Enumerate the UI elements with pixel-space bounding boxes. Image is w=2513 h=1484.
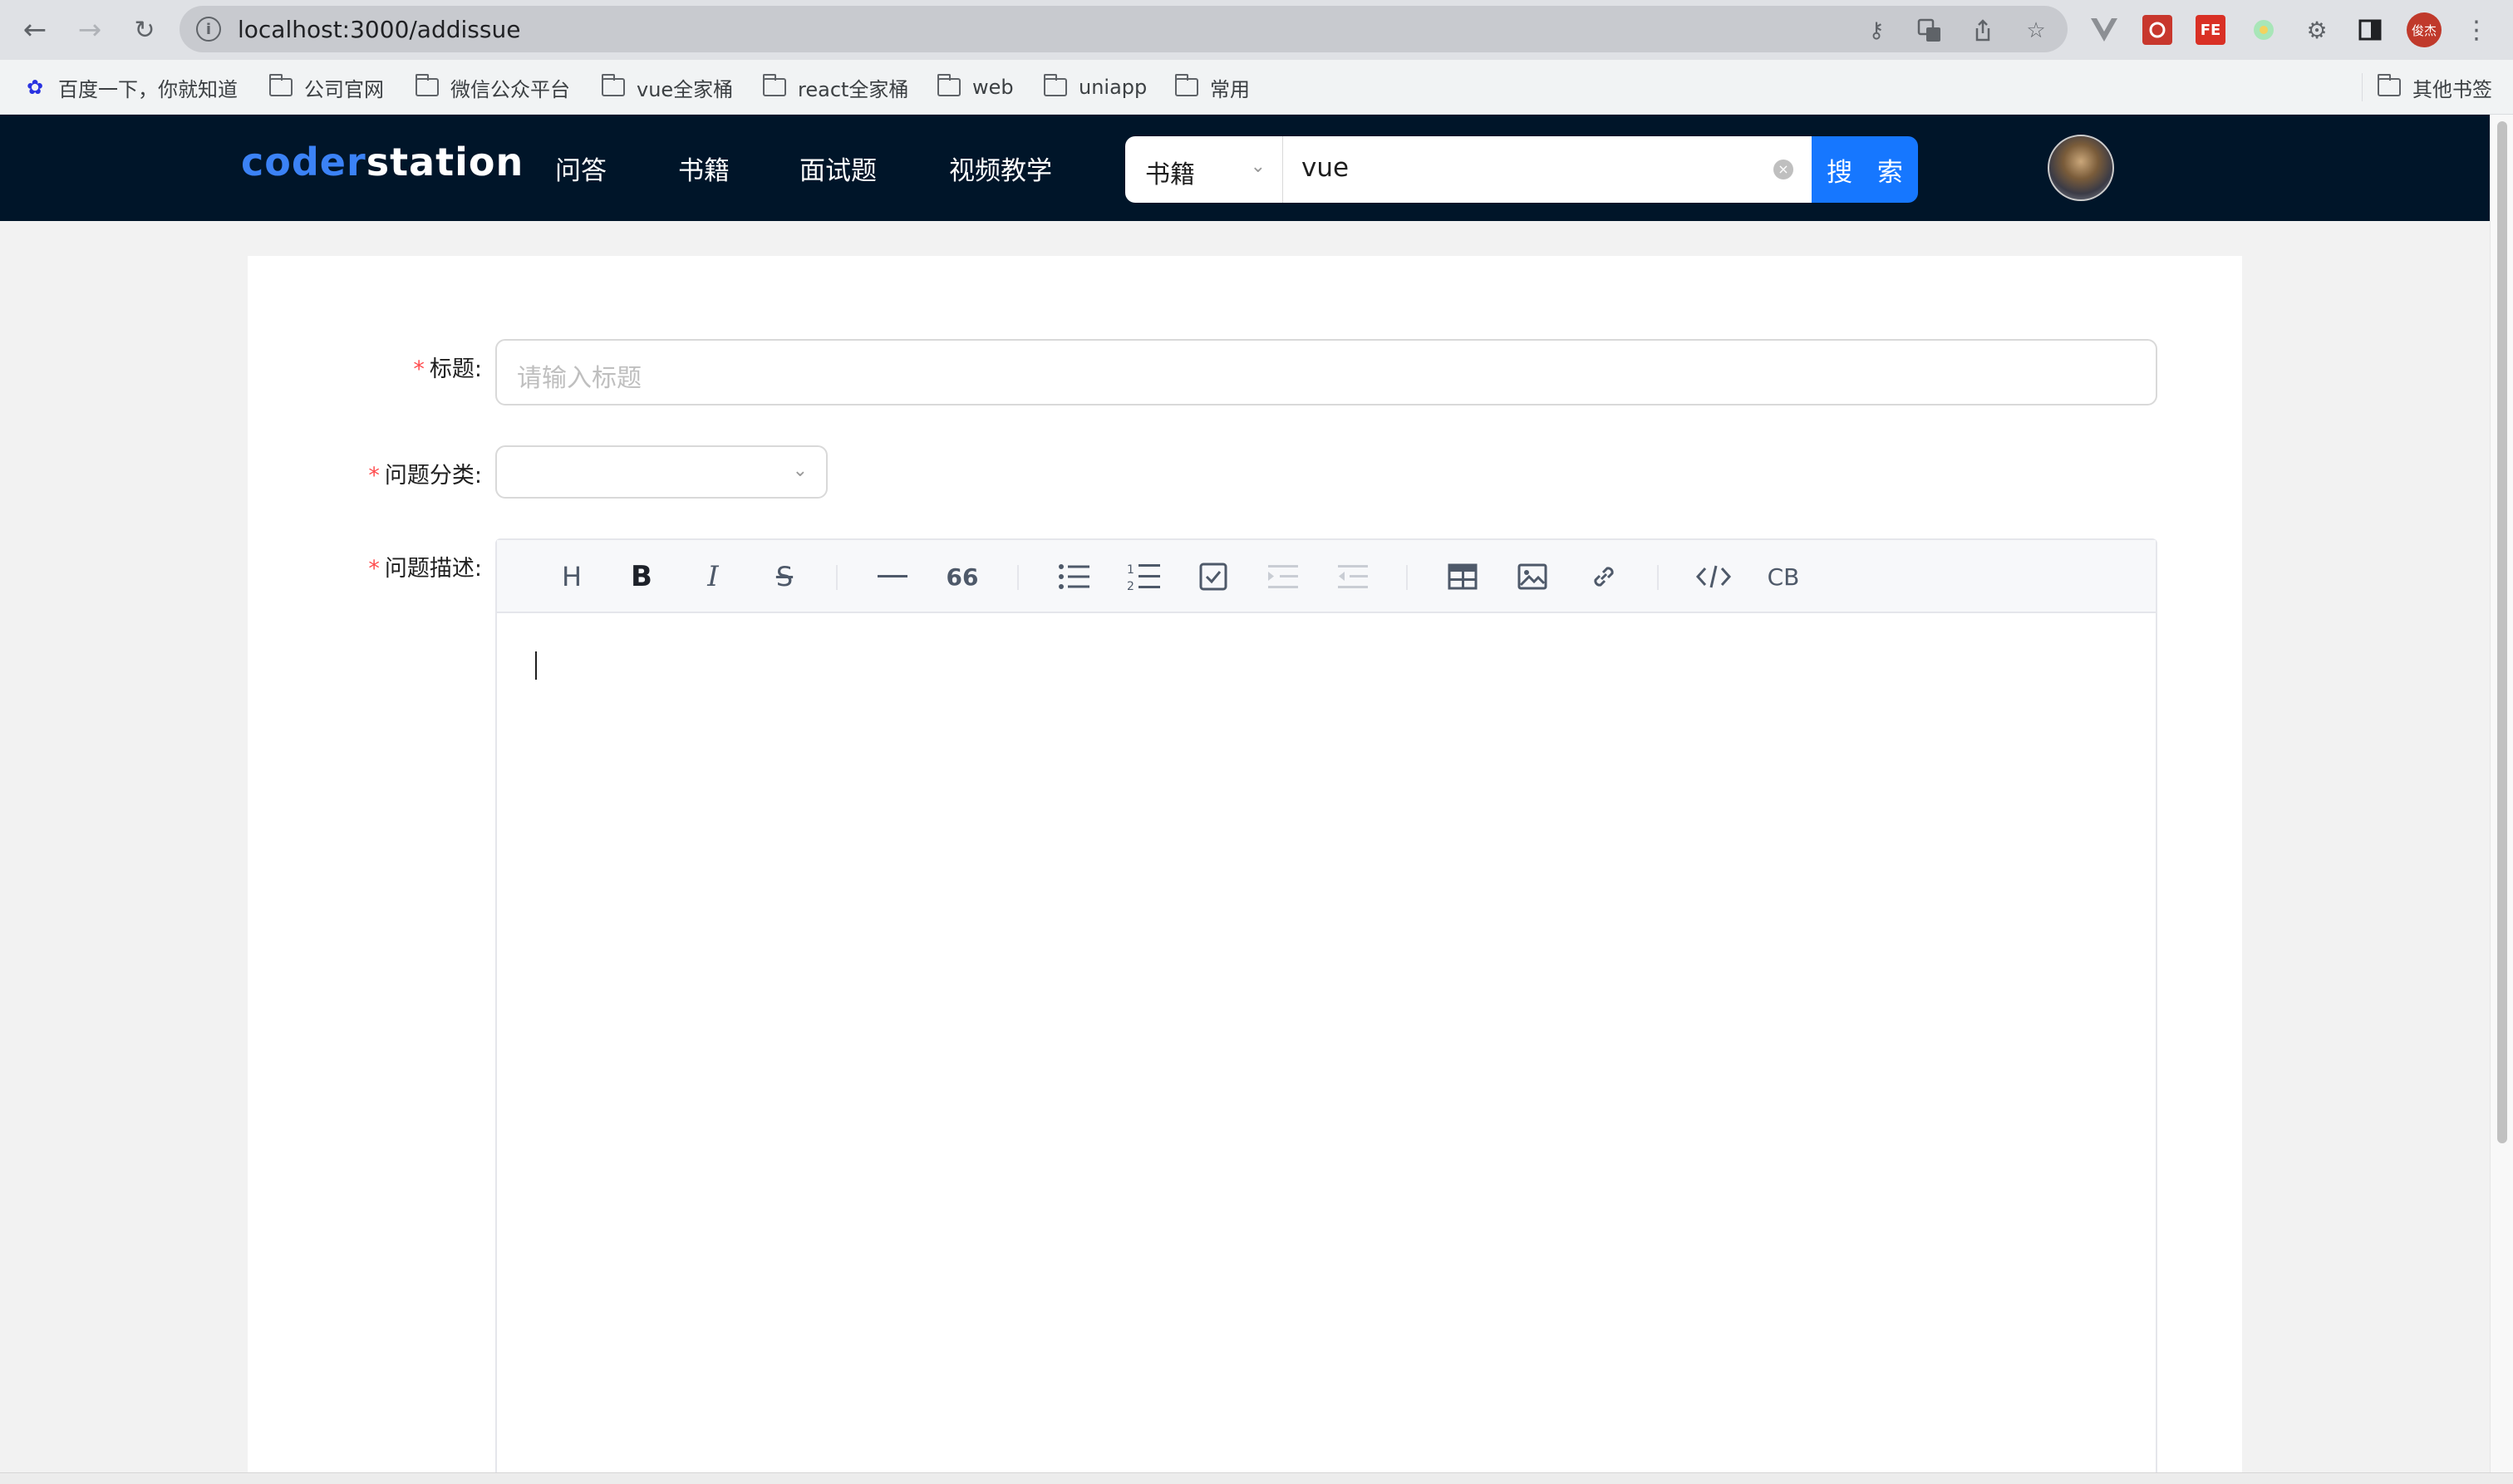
bold-icon[interactable]: B — [623, 558, 660, 595]
clear-icon[interactable]: × — [1773, 160, 1793, 179]
code-block-icon[interactable]: CB — [1765, 558, 1802, 595]
bookmark-other[interactable]: 其他书签 — [2362, 73, 2492, 101]
share-icon[interactable] — [1970, 17, 1996, 44]
folder-icon — [601, 74, 625, 96]
heading-icon[interactable]: H — [553, 558, 590, 595]
chevron-down-icon: ⌄ — [1250, 156, 1266, 177]
unordered-list-icon[interactable] — [1055, 558, 1092, 595]
nav-books[interactable]: 书籍 — [678, 150, 730, 187]
toolbar-divider — [1406, 565, 1408, 590]
page-scrollbar[interactable] — [2490, 115, 2513, 1484]
editor-content-area[interactable] — [497, 613, 2156, 1484]
site-header: coderstation 问答 书籍 面试题 视频教学 书籍 ⌄ vue × 搜… — [0, 115, 2490, 221]
svg-text:1: 1 — [1127, 563, 1134, 577]
image-icon[interactable] — [1514, 558, 1551, 595]
folder-icon — [1174, 74, 1198, 96]
browser-menu-icon[interactable]: ⋮ — [2461, 15, 2491, 45]
forward-arrow-icon[interactable]: → — [71, 12, 108, 48]
italic-icon[interactable]: I — [695, 558, 731, 595]
folder-icon — [415, 74, 439, 96]
fe-helper-icon[interactable]: FE — [2196, 15, 2225, 45]
site-logo[interactable]: coderstation — [241, 140, 524, 184]
ordered-list-icon[interactable]: 12 — [1125, 558, 1162, 595]
title-label: * 标题: — [413, 356, 482, 382]
nav-interview[interactable]: 面试题 — [799, 150, 877, 187]
address-bar[interactable]: i localhost:3000/addissue ⚷ ☆ — [180, 6, 2068, 52]
search-bar: 书籍 ⌄ vue × 搜 索 — [1125, 136, 1918, 203]
baidu-paw-icon: ✿ — [26, 76, 44, 99]
chevron-down-icon: ⌄ — [792, 460, 808, 481]
add-issue-form-card: *标题: 请输入标题 *问题分类: ⌄ *问题描述: H B I S 66 — [248, 256, 2242, 1484]
toolbar-divider — [1017, 565, 1019, 590]
bookmarks-bar: ✿ 百度一下，你就知道 公司官网 微信公众平台 vue全家桶 react全家桶 … — [0, 60, 2513, 115]
bookmark-folder-wechat[interactable]: 微信公众平台 — [415, 73, 570, 101]
bookmark-folder-web[interactable]: web — [937, 73, 1014, 101]
bookmark-folder-vue[interactable]: vue全家桶 — [601, 73, 733, 101]
bookmark-folder-uniapp[interactable]: uniapp — [1043, 73, 1147, 101]
toolbar-divider — [1657, 565, 1659, 590]
folder-icon — [2377, 74, 2401, 96]
extension-red-icon[interactable] — [2142, 15, 2172, 45]
window-bottom-edge — [0, 1472, 2513, 1484]
markdown-editor: H B I S 66 12 CB — [495, 538, 2157, 1484]
bookmark-folder-common[interactable]: 常用 — [1174, 73, 1250, 101]
nav-issues[interactable]: 问答 — [555, 150, 607, 187]
code-icon[interactable] — [1695, 558, 1732, 595]
link-icon[interactable] — [1586, 558, 1622, 595]
extension-flower-icon[interactable] — [2249, 15, 2279, 45]
folder-icon — [937, 74, 961, 96]
scrollbar-thumb[interactable] — [2497, 121, 2507, 1143]
editor-toolbar: H B I S 66 12 CB — [497, 540, 2156, 613]
bookmark-star-icon[interactable]: ☆ — [2023, 17, 2049, 44]
vue-devtools-icon[interactable] — [2089, 15, 2119, 45]
password-key-icon[interactable]: ⚷ — [1863, 17, 1890, 44]
search-input[interactable]: vue × — [1283, 136, 1812, 203]
folder-icon — [1043, 74, 1067, 96]
browser-toolbar: ← → ↻ i localhost:3000/addissue ⚷ ☆ FE ⚙… — [0, 0, 2513, 60]
profile-avatar[interactable]: 俊杰 — [2407, 12, 2442, 47]
back-arrow-icon[interactable]: ← — [17, 12, 53, 48]
svg-text:2: 2 — [1127, 580, 1134, 592]
quote-icon[interactable]: 66 — [944, 558, 981, 595]
url-text[interactable]: localhost:3000/addissue — [238, 16, 520, 43]
search-button[interactable]: 搜 索 — [1812, 136, 1918, 203]
task-list-icon[interactable] — [1195, 558, 1232, 595]
translate-icon[interactable] — [1916, 17, 1943, 44]
nav-videos[interactable]: 视频教学 — [949, 150, 1052, 187]
folder-icon — [268, 74, 293, 96]
category-label: * 问题分类: — [368, 463, 482, 489]
strikethrough-icon[interactable]: S — [766, 558, 803, 595]
toolbar-divider — [836, 565, 838, 590]
site-info-icon[interactable]: i — [196, 17, 221, 42]
outdent-icon[interactable] — [1335, 558, 1371, 595]
indent-icon[interactable] — [1265, 558, 1301, 595]
extensions-puzzle-icon[interactable]: ⚙ — [2302, 15, 2332, 45]
reload-icon[interactable]: ↻ — [126, 12, 163, 48]
bookmark-folder-company[interactable]: 公司官网 — [268, 73, 384, 101]
description-label: * 问题描述: — [368, 556, 482, 582]
category-select[interactable]: ⌄ — [495, 445, 828, 499]
bookmark-baidu[interactable]: ✿ 百度一下，你就知道 — [23, 73, 238, 101]
user-avatar[interactable] — [2048, 135, 2114, 201]
horizontal-rule-icon[interactable] — [874, 558, 911, 595]
table-icon[interactable] — [1444, 558, 1481, 595]
text-cursor — [535, 651, 537, 680]
bookmark-folder-react[interactable]: react全家桶 — [762, 73, 908, 101]
side-panel-icon[interactable] — [2355, 15, 2385, 45]
folder-icon — [762, 74, 786, 96]
search-type-select[interactable]: 书籍 ⌄ — [1125, 136, 1283, 203]
title-input[interactable]: 请输入标题 — [495, 339, 2157, 405]
